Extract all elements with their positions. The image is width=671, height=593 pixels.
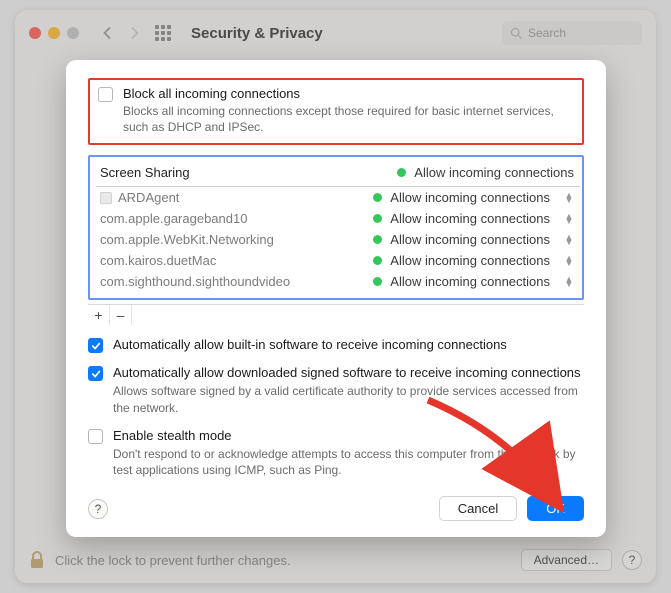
auto-signed-option: Automatically allow downloaded signed so… (88, 365, 584, 415)
app-list: Screen Sharing Allow incoming connection… (96, 161, 580, 292)
app-name: ARDAgent (100, 190, 373, 205)
search-icon (510, 27, 522, 39)
forward-button[interactable] (125, 23, 145, 43)
app-status[interactable]: Allow incoming connections▲▼ (373, 232, 574, 247)
block-all-desc: Blocks all incoming connections except t… (123, 103, 572, 135)
updown-icon[interactable]: ▲▼ (564, 277, 574, 287)
all-prefs-button[interactable] (153, 23, 173, 43)
add-button[interactable]: + (88, 305, 110, 325)
app-status[interactable]: Allow incoming connections▲▼ (373, 211, 574, 226)
window-title: Security & Privacy (191, 25, 494, 42)
app-name: com.sighthound.sighthoundvideo (100, 274, 373, 289)
app-name: com.apple.garageband10 (100, 211, 373, 226)
block-all-label: Block all incoming connections (123, 86, 572, 101)
grid-icon (155, 25, 171, 41)
updown-icon[interactable]: ▲▼ (564, 193, 574, 203)
app-name: com.apple.WebKit.Networking (100, 232, 373, 247)
status-dot-icon (373, 193, 382, 202)
auto-builtin-label: Automatically allow built-in software to… (113, 337, 507, 352)
updown-icon[interactable]: ▲▼ (564, 214, 574, 224)
cancel-button[interactable]: Cancel (439, 496, 517, 521)
stealth-checkbox[interactable] (88, 429, 103, 444)
app-icon (100, 192, 112, 204)
sheet-help-button[interactable]: ? (88, 499, 108, 519)
search-placeholder: Search (528, 26, 566, 40)
block-all-checkbox[interactable] (98, 87, 113, 102)
app-status[interactable]: Allow incoming connections▲▼ (373, 190, 574, 205)
zoom-icon (67, 27, 79, 39)
lock-text: Click the lock to prevent further change… (55, 553, 511, 568)
traffic-lights (29, 27, 79, 39)
minimize-icon[interactable] (48, 27, 60, 39)
app-status[interactable]: Allow incoming connections▲▼ (373, 253, 574, 268)
status-dot-icon (397, 168, 406, 177)
app-row[interactable]: ARDAgentAllow incoming connections▲▼ (96, 187, 580, 208)
header-app-name: Screen Sharing (100, 165, 397, 180)
app-status[interactable]: Allow incoming connections▲▼ (373, 274, 574, 289)
app-list-header[interactable]: Screen Sharing Allow incoming connection… (96, 161, 580, 187)
help-button[interactable]: ? (622, 550, 642, 570)
stealth-desc: Don't respond to or acknowledge attempts… (113, 446, 584, 478)
auto-builtin-option: Automatically allow built-in software to… (88, 337, 584, 353)
highlight-app-list: Screen Sharing Allow incoming connection… (88, 155, 584, 300)
titlebar: Security & Privacy Search (15, 10, 656, 56)
app-row[interactable]: com.sighthound.sighthoundvideoAllow inco… (96, 271, 580, 292)
status-dot-icon (373, 277, 382, 286)
stealth-option: Enable stealth mode Don't respond to or … (88, 428, 584, 478)
app-row[interactable]: com.apple.garageband10Allow incoming con… (96, 208, 580, 229)
header-status: Allow incoming connections (397, 165, 574, 180)
app-row[interactable]: com.apple.WebKit.NetworkingAllow incomin… (96, 229, 580, 250)
updown-icon[interactable]: ▲▼ (564, 256, 574, 266)
search-input[interactable]: Search (502, 21, 642, 45)
lock-icon[interactable] (29, 550, 45, 570)
app-name: com.kairos.duetMac (100, 253, 373, 268)
status-dot-icon (373, 256, 382, 265)
status-dot-icon (373, 235, 382, 244)
stealth-label: Enable stealth mode (113, 428, 232, 443)
window-footer: Click the lock to prevent further change… (29, 549, 642, 571)
auto-signed-label: Automatically allow downloaded signed so… (113, 365, 581, 380)
status-dot-icon (373, 214, 382, 223)
auto-signed-desc: Allows software signed by a valid certif… (113, 383, 584, 415)
auto-builtin-checkbox[interactable] (88, 338, 103, 353)
back-button[interactable] (97, 23, 117, 43)
updown-icon[interactable]: ▲▼ (564, 235, 574, 245)
ok-button[interactable]: OK (527, 496, 584, 521)
advanced-button[interactable]: Advanced… (521, 549, 612, 571)
auto-signed-checkbox[interactable] (88, 366, 103, 381)
close-icon[interactable] (29, 27, 41, 39)
sheet-footer: ? Cancel OK (88, 496, 584, 521)
add-remove-bar: + – (88, 304, 584, 325)
firewall-options-sheet: Block all incoming connections Blocks al… (66, 60, 606, 537)
app-row[interactable]: com.kairos.duetMacAllow incoming connect… (96, 250, 580, 271)
highlight-block-all: Block all incoming connections Blocks al… (88, 78, 584, 145)
remove-button[interactable]: – (110, 305, 132, 325)
